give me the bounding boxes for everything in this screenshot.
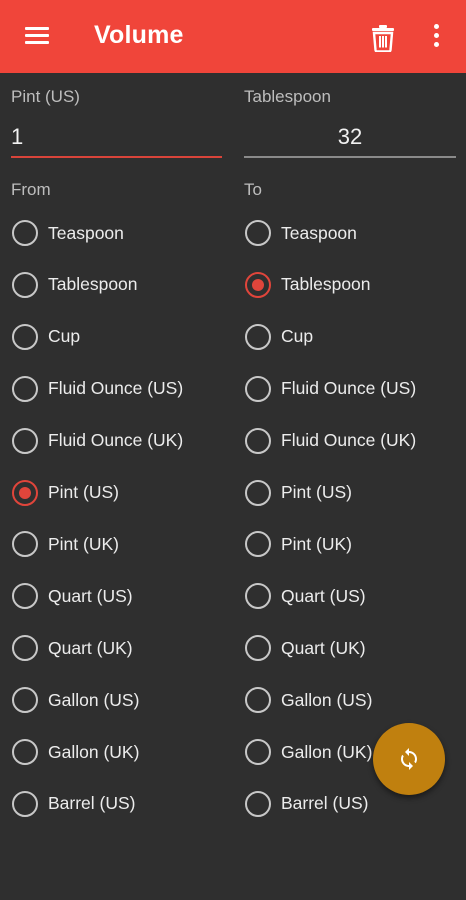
trash-icon[interactable] (370, 24, 396, 53)
unit-option-label: Fluid Ounce (US) (48, 378, 184, 399)
unit-option-label: Cup (48, 326, 81, 347)
to-unit-option[interactable]: Pint (US) (245, 471, 352, 515)
unit-option-label: Pint (UK) (281, 533, 352, 554)
unit-option-label: Pint (US) (281, 482, 352, 502)
radio-button[interactable] (12, 323, 38, 350)
to-unit-option[interactable]: Teaspoon (245, 211, 357, 255)
swap-units-button[interactable] (373, 723, 445, 795)
radio-button[interactable] (12, 739, 38, 765)
radio-button[interactable] (245, 790, 271, 817)
radio-button[interactable] (12, 375, 38, 402)
unit-option-label: Quart (US) (281, 585, 366, 606)
to-unit-option[interactable]: Gallon (UK) (245, 730, 372, 774)
unit-option-label: Tablespoon (281, 274, 371, 295)
radio-button[interactable] (12, 583, 38, 610)
unit-option-label: Pint (US) (48, 482, 119, 502)
unit-option-label: Gallon (UK) (281, 741, 373, 762)
radio-button[interactable] (12, 635, 38, 662)
to-unit-option[interactable]: Tablespoon (245, 263, 371, 307)
from-unit-option[interactable]: Quart (US) (12, 574, 133, 618)
radio-button[interactable] (245, 271, 271, 298)
from-unit-option[interactable]: Barrel (US) (12, 782, 136, 826)
from-unit-option[interactable]: Tablespoon (12, 263, 138, 307)
radio-button[interactable] (245, 583, 271, 610)
unit-option-label: Gallon (US) (281, 689, 373, 710)
from-unit-label: Pint (US) (11, 87, 80, 106)
from-unit-option[interactable]: Gallon (UK) (12, 730, 139, 774)
to-value-output[interactable] (244, 118, 456, 158)
from-unit-option[interactable]: Pint (UK) (12, 522, 119, 566)
radio-button[interactable] (12, 427, 38, 454)
from-unit-option[interactable]: Teaspoon (12, 211, 124, 255)
unit-option-label: Barrel (US) (48, 793, 136, 814)
unit-option-label: Fluid Ounce (UK) (281, 430, 417, 451)
to-unit-option[interactable]: Fluid Ounce (US) (245, 367, 416, 411)
radio-button[interactable] (245, 531, 271, 558)
radio-button[interactable] (245, 427, 271, 454)
more-vert-icon[interactable] (430, 23, 444, 49)
page-title: Volume (94, 21, 184, 49)
unit-option-label: Barrel (US) (281, 793, 369, 814)
to-unit-option[interactable]: Quart (US) (245, 574, 366, 618)
unit-option-label: Gallon (UK) (48, 741, 140, 762)
unit-option-label: Fluid Ounce (UK) (48, 430, 184, 451)
radio-button[interactable] (245, 220, 271, 246)
radio-button[interactable] (12, 271, 38, 298)
radio-button[interactable] (245, 635, 271, 662)
unit-option-label: Pint (UK) (48, 533, 119, 554)
unit-option-label: Quart (UK) (48, 637, 133, 658)
to-unit-option[interactable]: Barrel (US) (245, 782, 369, 826)
menu-icon[interactable] (25, 27, 49, 45)
from-unit-option[interactable]: Cup (12, 315, 80, 359)
radio-button[interactable] (12, 531, 38, 558)
unit-option-label: Quart (UK) (281, 637, 366, 658)
from-unit-option[interactable]: Gallon (US) (12, 678, 139, 722)
radio-button[interactable] (12, 220, 38, 246)
from-value-input[interactable] (11, 118, 222, 158)
to-unit-option[interactable]: Pint (UK) (245, 522, 352, 566)
from-column-label: From (11, 180, 51, 199)
to-unit-label: Tablespoon (244, 87, 331, 106)
to-column-label: To (244, 180, 262, 199)
unit-option-label: Cup (281, 326, 314, 347)
radio-button[interactable] (245, 687, 271, 714)
to-unit-option[interactable]: Quart (UK) (245, 626, 366, 670)
unit-option-label: Tablespoon (48, 274, 138, 295)
from-unit-option[interactable]: Fluid Ounce (UK) (12, 419, 183, 463)
radio-button[interactable] (245, 375, 271, 402)
radio-button[interactable] (12, 687, 38, 714)
unit-option-label: Teaspoon (48, 222, 124, 243)
to-unit-option[interactable]: Gallon (US) (245, 678, 372, 722)
unit-option-label: Teaspoon (281, 222, 357, 243)
from-unit-option[interactable]: Pint (US) (12, 471, 119, 515)
unit-option-label: Gallon (US) (48, 689, 140, 710)
radio-button[interactable] (245, 323, 271, 350)
to-unit-option[interactable]: Cup (245, 315, 313, 359)
unit-option-label: Fluid Ounce (US) (281, 378, 417, 399)
radio-button[interactable] (245, 739, 271, 765)
swap-refresh-icon (401, 748, 417, 770)
from-unit-option[interactable]: Quart (UK) (12, 626, 133, 670)
unit-option-label: Quart (US) (48, 585, 133, 606)
from-unit-option[interactable]: Fluid Ounce (US) (12, 367, 183, 411)
radio-button[interactable] (245, 479, 271, 506)
to-unit-option[interactable]: Fluid Ounce (UK) (245, 419, 416, 463)
radio-button[interactable] (12, 790, 38, 817)
radio-button[interactable] (12, 479, 38, 506)
app-bar: Volume (0, 0, 466, 73)
